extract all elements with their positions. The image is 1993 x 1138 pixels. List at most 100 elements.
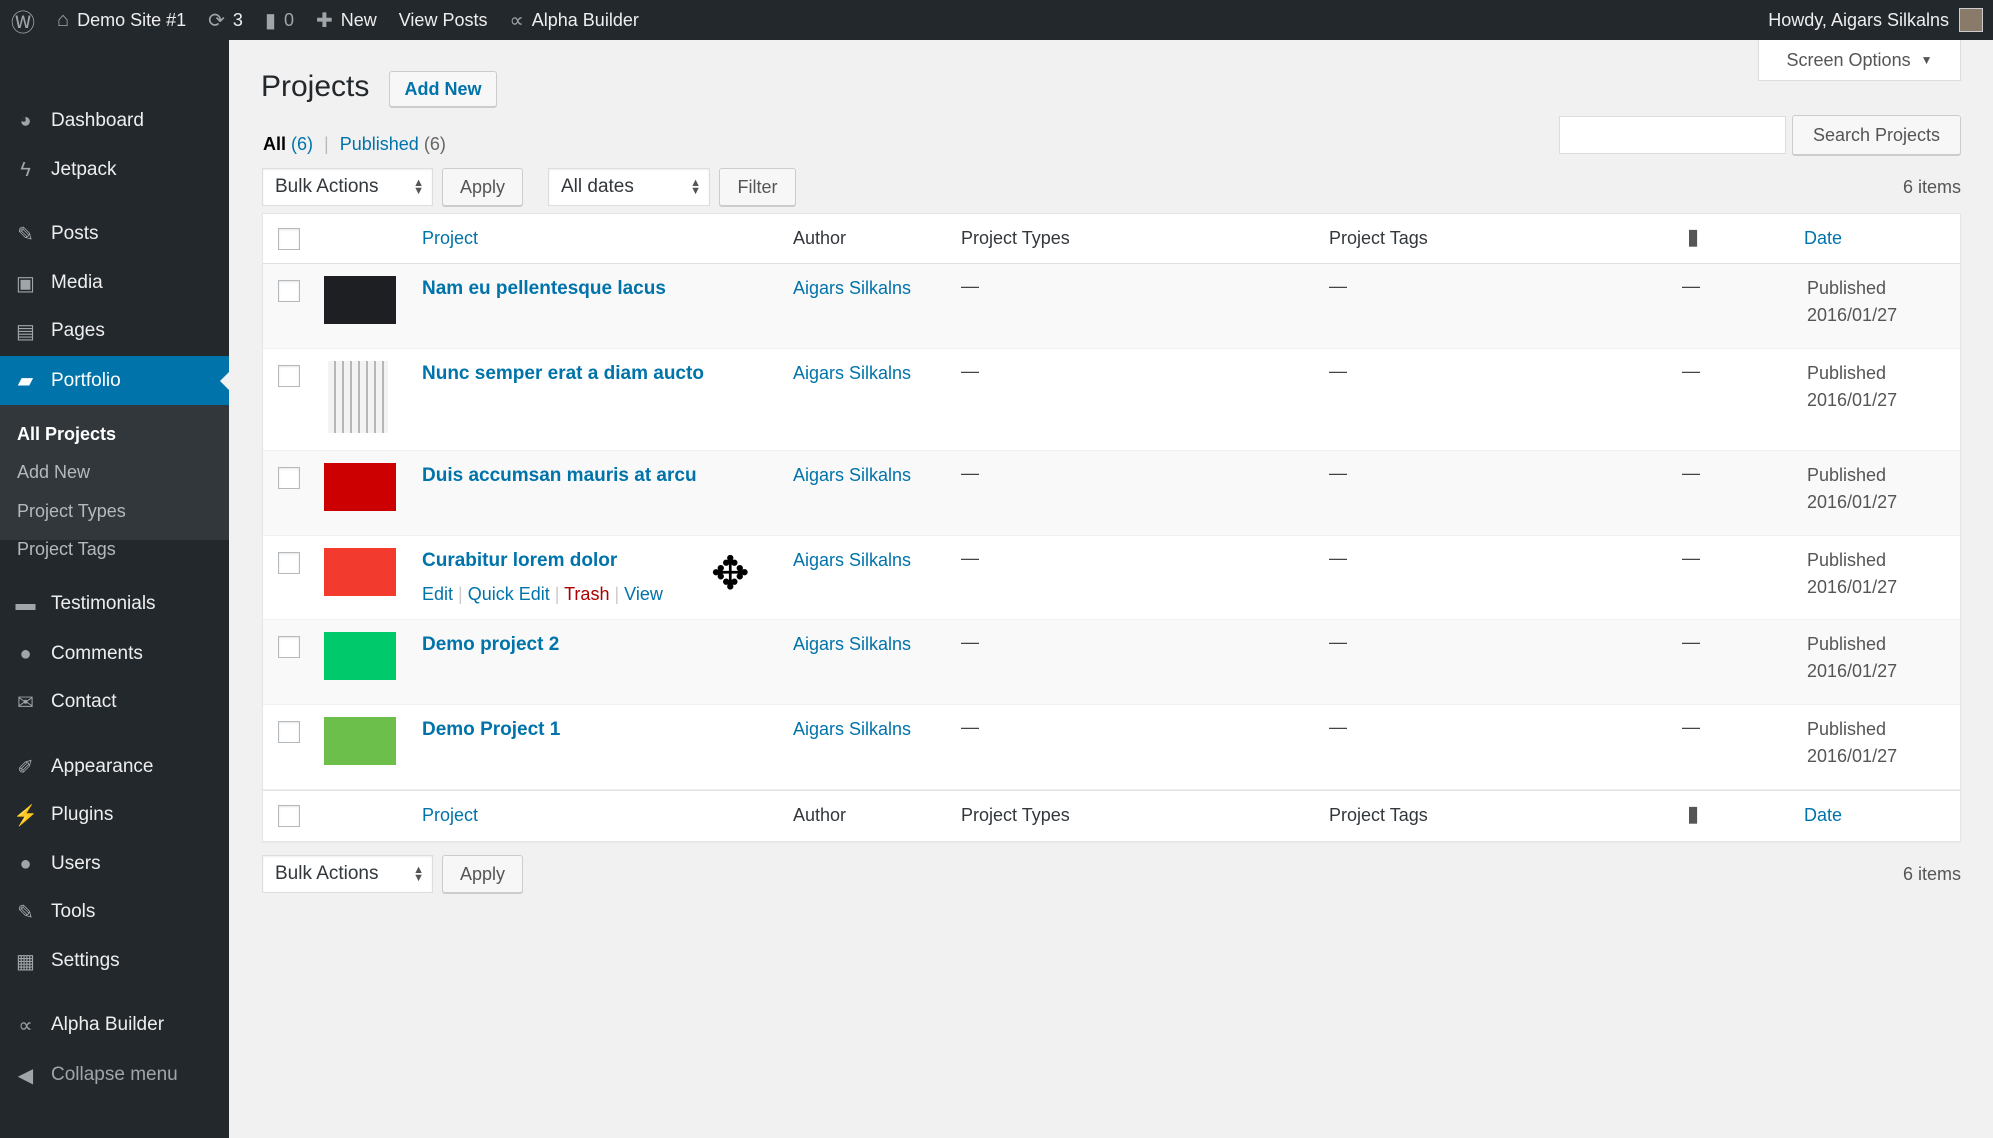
project-thumbnail[interactable] (324, 548, 396, 596)
comments-count: 0 (283, 9, 294, 30)
select-all-checkbox[interactable] (278, 228, 300, 250)
view-link[interactable]: View (624, 584, 663, 604)
author-link[interactable]: Aigars Silkalns (793, 634, 911, 655)
site-link[interactable]: ⌂ Demo Site #1 (46, 0, 197, 40)
menu-label: Collapse menu (51, 1064, 178, 1085)
search-projects-button[interactable]: Search Projects (1792, 115, 1961, 155)
updates-link[interactable]: ⟳ 3 (197, 0, 254, 40)
author-link[interactable]: Aigars Silkalns (793, 465, 911, 486)
select-all-checkbox[interactable] (278, 805, 300, 827)
menu-item-testimonials[interactable]: ▬ Testimonials (0, 582, 229, 626)
posts-icon: ✎ (17, 223, 34, 246)
filter-all[interactable]: All (6) (263, 134, 313, 154)
author-link[interactable]: Aigars Silkalns (793, 719, 911, 740)
dates-select[interactable]: All dates ▲ ▼ (548, 168, 710, 206)
view-posts-link[interactable]: View Posts (388, 0, 499, 40)
submenu-add-new[interactable]: Add New (17, 462, 90, 483)
project-title-link[interactable]: Demo Project 1 (422, 719, 560, 741)
menu-item-alpha-builder[interactable]: ∝ Alpha Builder (0, 1003, 229, 1047)
wordpress-logo[interactable]: Ⓦ (0, 0, 46, 40)
menu-item-posts[interactable]: ✎ Posts (0, 212, 229, 256)
sort-date[interactable]: Date (1804, 805, 1842, 826)
project-thumbnail[interactable] (324, 717, 396, 765)
screen-options-button[interactable]: Screen Options ▼ (1758, 40, 1961, 81)
date-text: 2016/01/27 (1807, 661, 1898, 681)
menu-item-tools[interactable]: ✎ Tools (0, 890, 229, 934)
author-link[interactable]: Aigars Silkalns (793, 278, 911, 299)
project-thumbnail[interactable] (324, 632, 396, 680)
add-new-button[interactable]: Add New (389, 71, 497, 107)
menu-item-users[interactable]: ● Users (0, 842, 229, 886)
menu-label: Portfolio (51, 369, 121, 391)
users-icon: ● (19, 852, 32, 875)
alpha-builder-link[interactable]: ∝ Alpha Builder (498, 0, 649, 40)
tools-icon: ✎ (17, 901, 34, 924)
sort-date[interactable]: Date (1804, 228, 1842, 249)
menu-label: Media (51, 272, 103, 293)
bulk-actions-select[interactable]: Bulk Actions ▲ ▼ (262, 168, 433, 206)
menu-item-plugins[interactable]: ⚡ Plugins (0, 793, 229, 837)
testimonials-icon: ▬ (15, 592, 36, 615)
apply-button-bottom[interactable]: Apply (442, 855, 523, 893)
comments-link[interactable]: ▮ 0 (254, 0, 305, 40)
project-title-link[interactable]: Curabitur lorem dolor (422, 550, 617, 572)
alpha-builder-icon: ∝ (18, 1014, 33, 1037)
new-link[interactable]: ✚ New (305, 0, 388, 40)
trash-link[interactable]: Trash (564, 584, 609, 604)
project-title-link[interactable]: Demo project 2 (422, 634, 559, 656)
submenu-project-types[interactable]: Project Types (17, 501, 126, 522)
search-input[interactable] (1559, 116, 1786, 154)
submenu-project-tags[interactable]: Project Tags (17, 539, 116, 560)
row-checkbox[interactable] (278, 467, 300, 489)
status-filters: All (6) | Published (6) (263, 134, 446, 154)
project-title-link[interactable]: Nunc semper erat a diam aucto (422, 363, 704, 385)
date-text: 2016/01/27 (1807, 390, 1898, 410)
wordpress-icon: Ⓦ (11, 9, 35, 37)
project-title-link[interactable]: Duis accumsan mauris at arcu (422, 465, 697, 487)
submenu-all-projects[interactable]: All Projects (17, 424, 116, 445)
items-count-bottom: 6 items (1902, 864, 1961, 884)
menu-item-collapse-menu[interactable]: ◀ Collapse menu (0, 1053, 229, 1097)
project-thumbnail[interactable] (328, 361, 388, 433)
bulk-actions-select-bottom[interactable]: Bulk Actions ▲ ▼ (262, 855, 433, 893)
select-arrows-icon: ▲ ▼ (413, 177, 424, 197)
menu-item-portfolio[interactable]: ▰ Portfolio (0, 356, 229, 405)
menu-item-dashboard[interactable]: ◕ Dashboard (0, 99, 229, 143)
comments-value: — (1682, 361, 1700, 381)
project-thumbnail[interactable] (324, 276, 396, 324)
menu-item-jetpack[interactable]: ϟ Jetpack (0, 148, 229, 192)
quick-edit-link[interactable]: Quick Edit (468, 584, 550, 604)
menu-item-comments[interactable]: ● Comments (0, 632, 229, 676)
sort-project[interactable]: Project (422, 805, 478, 826)
date-text: 2016/01/27 (1807, 492, 1898, 512)
user-menu[interactable]: Howdy, Aigars Silkalns (1768, 0, 1983, 40)
row-actions: Edit | Quick Edit | Trash | View (422, 584, 663, 604)
author-link[interactable]: Aigars Silkalns (793, 550, 911, 571)
menu-item-pages[interactable]: ▤ Pages (0, 309, 229, 353)
row-checkbox[interactable] (278, 721, 300, 743)
row-checkbox[interactable] (278, 552, 300, 574)
menu-label: Tools (51, 901, 96, 922)
sort-project[interactable]: Project (422, 228, 478, 249)
row-checkbox[interactable] (278, 280, 300, 302)
row-checkbox[interactable] (278, 365, 300, 387)
edit-link[interactable]: Edit (422, 584, 453, 604)
table-footer: Project Author Project Types Project Tag… (263, 790, 1960, 841)
page-title: Projects (261, 70, 370, 103)
filter-button[interactable]: Filter (719, 168, 796, 206)
menu-item-appearance[interactable]: ✐ Appearance (0, 745, 229, 789)
project-title-link[interactable]: Nam eu pellentesque lacus (422, 278, 666, 300)
row-checkbox[interactable] (278, 636, 300, 658)
menu-item-settings[interactable]: ▦ Settings (0, 939, 229, 983)
filter-published[interactable]: Published (6) (340, 134, 446, 154)
author-link[interactable]: Aigars Silkalns (793, 363, 911, 384)
menu-item-contact[interactable]: ✉ Contact (0, 680, 229, 724)
jetpack-icon: ϟ (20, 158, 31, 181)
menu-item-media[interactable]: ▣ Media (0, 261, 229, 305)
project-thumbnail[interactable] (324, 463, 396, 511)
apply-button[interactable]: Apply (442, 168, 523, 206)
comment-bubble-icon[interactable]: ▮ (1687, 801, 1699, 827)
date-text: 2016/01/27 (1807, 305, 1898, 325)
project-types-value: — (961, 548, 979, 568)
comment-bubble-icon[interactable]: ▮ (1687, 224, 1699, 250)
